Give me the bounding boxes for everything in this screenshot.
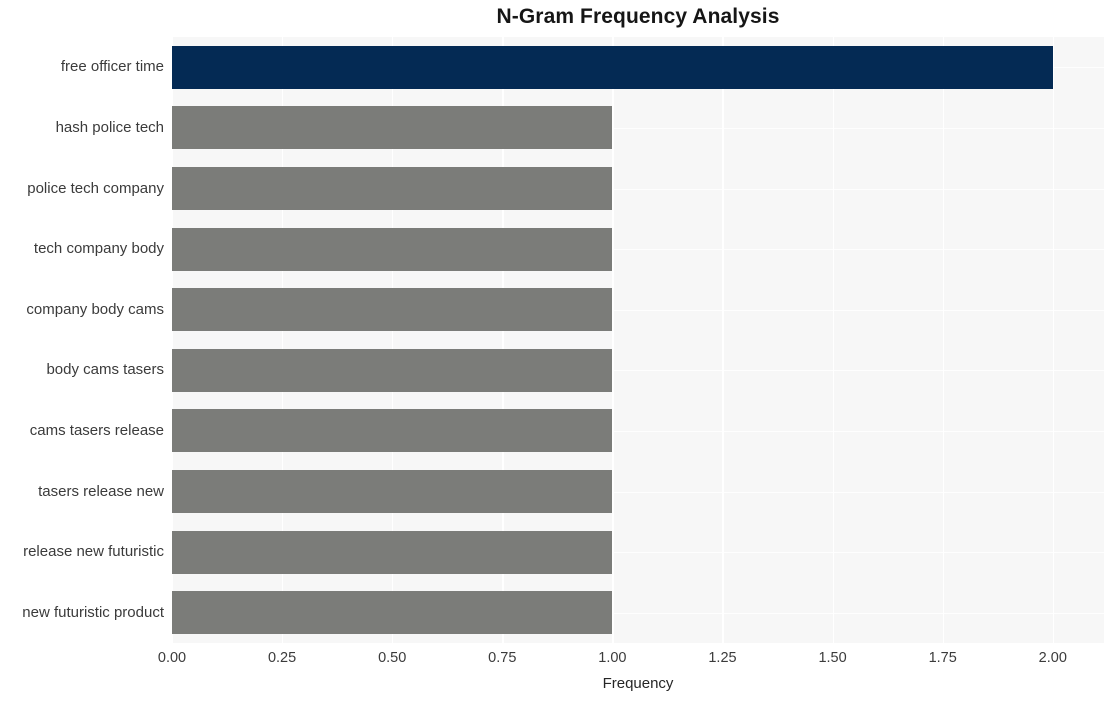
y-tick-label: new futuristic product: [22, 603, 164, 621]
bar[interactable]: [172, 106, 613, 150]
x-tick-label: 1.50: [818, 650, 847, 666]
x-tick-label: 1.00: [598, 650, 627, 666]
x-tick-label: 1.75: [928, 650, 957, 666]
x-tick-label: 0.00: [157, 650, 187, 666]
bar[interactable]: [172, 409, 613, 453]
bar[interactable]: [172, 227, 613, 271]
x-axis-tick-labels: 0.00 0.25 0.50 0.75 1.00 1.25 1.50 1.75 2.00: [0, 649, 1112, 671]
x-tick-label: 2.00: [1038, 650, 1067, 666]
page-title: N-Gram Frequency Analysis: [496, 5, 780, 28]
x-tick-label: 1.25: [708, 650, 737, 666]
vertical-gridline: [1052, 37, 1055, 643]
y-tick-label: release new futuristic: [23, 543, 164, 561]
y-tick-label: tasers release new: [38, 482, 164, 500]
bar[interactable]: [172, 591, 613, 635]
y-axis-tick-labels: free officer time hash police tech police …: [0, 37, 164, 643]
y-tick-label: free officer time: [60, 58, 164, 76]
x-axis-label: Frequency: [602, 675, 674, 692]
y-tick-label: body cams tasers: [46, 361, 164, 379]
chart-figure: N-Gram Frequency Analysis free officer t…: [0, 0, 1112, 701]
bar[interactable]: [172, 530, 613, 574]
plot-area: [172, 37, 1104, 643]
bar[interactable]: [172, 288, 613, 332]
y-tick-label: tech company body: [33, 240, 164, 258]
bar[interactable]: [172, 470, 613, 513]
vertical-gridline: [832, 37, 834, 643]
bar[interactable]: [172, 45, 1053, 89]
x-tick-label: 0.50: [378, 650, 407, 666]
vertical-gridline: [722, 37, 724, 643]
vertical-gridline: [612, 37, 614, 643]
x-tick-label: 0.75: [488, 650, 517, 666]
y-tick-label: police tech company: [27, 179, 164, 197]
vertical-gridline: [942, 37, 944, 643]
bar[interactable]: [172, 167, 613, 210]
y-tick-label: company body cams: [26, 300, 164, 318]
y-tick-label: hash police tech: [55, 118, 164, 136]
x-tick-label: 0.25: [267, 650, 297, 666]
bar[interactable]: [172, 348, 613, 392]
y-tick-label: cams tasers release: [29, 421, 164, 439]
